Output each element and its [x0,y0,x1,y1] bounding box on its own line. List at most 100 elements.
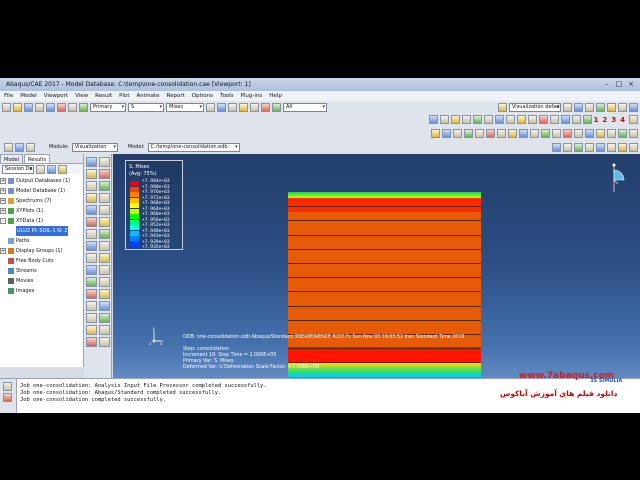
perspective-icon[interactable] [618,102,627,112]
tree-item-free-body-cuts[interactable]: Free Body Cuts [0,256,83,266]
tab-results[interactable]: Results [24,154,51,163]
bottom-view-icon[interactable] [538,115,548,124]
tree-item-model-database[interactable]: + Model Database (1) [0,186,83,196]
menu-help[interactable]: Help [269,91,282,101]
add-icon[interactable] [250,102,259,112]
filled-icon[interactable] [607,102,616,112]
iso-view-icon[interactable] [527,115,537,124]
query-icon[interactable] [57,102,66,112]
superimpose-tool-icon[interactable] [99,277,110,287]
create-xy-data-icon[interactable] [86,229,97,239]
menu-plugins[interactable]: Plug-ins [241,91,263,101]
step-3-button[interactable]: 3 [611,116,616,124]
compass-icon[interactable] [585,128,594,138]
field-select[interactable]: S [128,102,164,112]
menu-options[interactable]: Options [192,91,213,101]
common-options-icon[interactable] [431,128,440,138]
expander-icon[interactable]: + [0,188,6,194]
title-block-icon[interactable] [574,128,583,138]
tree-item-output-databases[interactable]: + Output Databases (1) [0,176,83,186]
last-frame-icon[interactable] [607,142,616,152]
view-cut-tool-icon[interactable] [99,265,110,275]
tree-item-images[interactable]: Images [0,286,83,296]
top-view-icon[interactable] [516,115,526,124]
material-orientation-icon[interactable] [486,128,495,138]
step-4-button[interactable]: 4 [620,116,625,124]
visualization-defaults-select[interactable]: Visualization defaults [509,102,561,112]
tree-item-movies[interactable]: Movies [0,276,83,286]
probe-values-icon[interactable] [86,313,97,323]
arrow-annotation-icon[interactable] [607,128,616,138]
tools-extra-icon[interactable] [99,337,110,347]
report-field-icon[interactable] [99,313,110,323]
animate-scale-icon[interactable] [99,193,110,203]
symbol-options-tool-icon[interactable] [99,289,110,299]
next-view-icon[interactable] [582,115,592,124]
cycle-view-icon[interactable] [483,115,493,124]
animate-harmonic-icon[interactable] [86,205,97,215]
contour-options-tool-icon[interactable] [86,289,97,299]
front-view-icon[interactable] [494,115,504,124]
pointer-icon[interactable] [46,102,55,112]
state-block-icon[interactable] [563,128,572,138]
query-tool-icon[interactable] [99,301,110,311]
symbol-options-icon[interactable] [475,128,484,138]
expander-icon[interactable]: + [0,178,6,184]
display-group-icon[interactable] [228,102,237,112]
step-1-button[interactable]: 1 [594,116,599,124]
menu-tools[interactable]: Tools [220,91,234,101]
auto-fit-icon[interactable] [472,115,482,124]
next-frame-icon[interactable] [596,142,605,152]
magnify-icon[interactable] [450,115,460,124]
field-options-icon[interactable] [206,102,215,112]
tree-icon[interactable] [217,102,226,112]
animation-options-tool-icon[interactable] [86,217,97,227]
left-view-icon[interactable] [549,115,559,124]
tree-item-xydata-entry[interactable]: ULU2 PI: SOIL-1 N: 2 [0,226,83,236]
tree-item-xyplots[interactable]: + XYPlots (1) [0,206,83,216]
frame-select-icon[interactable] [618,142,627,152]
open-icon[interactable] [13,102,22,112]
stop-animation-icon[interactable] [99,217,110,227]
tree-item-display-groups[interactable]: + Display Groups (1) [0,246,83,256]
filter-icon[interactable] [36,164,45,174]
maximize-icon[interactable]: □ [614,80,624,89]
menu-file[interactable]: File [4,91,13,101]
replace-icon[interactable] [239,102,248,112]
extra-tools-icon[interactable] [629,128,638,138]
report-xy-icon[interactable] [86,325,97,335]
expand-icon[interactable] [47,164,56,174]
back-view-icon[interactable] [505,115,515,124]
rotate-icon[interactable] [439,115,449,124]
plot-deformed-tool-icon[interactable] [99,157,110,167]
step-2-button[interactable]: 2 [602,116,607,124]
tree-item-paths[interactable]: Paths [0,236,83,246]
tree-item-xydata[interactable]: - XYData (1) [0,216,83,226]
message-tab-icon[interactable] [3,382,12,391]
kernel-tab-icon[interactable] [3,393,12,402]
print-tool-icon[interactable] [99,325,110,335]
menu-model[interactable]: Model [20,91,37,101]
menu-result[interactable]: Result [95,91,112,101]
plot-contour-both-icon[interactable] [99,169,110,179]
view-cut-icon[interactable] [519,128,528,138]
context-icon-2[interactable] [15,142,24,152]
render-select[interactable]: All [283,102,327,112]
free-body-tool-icon[interactable] [86,253,97,263]
save-icon[interactable] [24,102,33,112]
hidden-icon[interactable] [596,102,605,112]
expander-icon[interactable]: + [0,248,6,254]
context-icon-3[interactable] [26,142,35,152]
tab-model[interactable]: Model [0,154,24,163]
menu-plot[interactable]: Plot [119,91,129,101]
plot-undeformed-icon[interactable] [68,102,77,112]
print-icon[interactable] [35,102,44,112]
previous-frame-icon[interactable] [563,142,572,152]
legend-icon[interactable] [552,128,561,138]
first-frame-icon[interactable] [552,142,561,152]
xy-plot-options-icon[interactable] [99,241,110,251]
menu-viewport[interactable]: Viewport [44,91,68,101]
minimize-icon[interactable]: – [602,80,612,89]
viewport-annotation-tool-icon[interactable] [86,301,97,311]
right-view-icon[interactable] [560,115,570,124]
